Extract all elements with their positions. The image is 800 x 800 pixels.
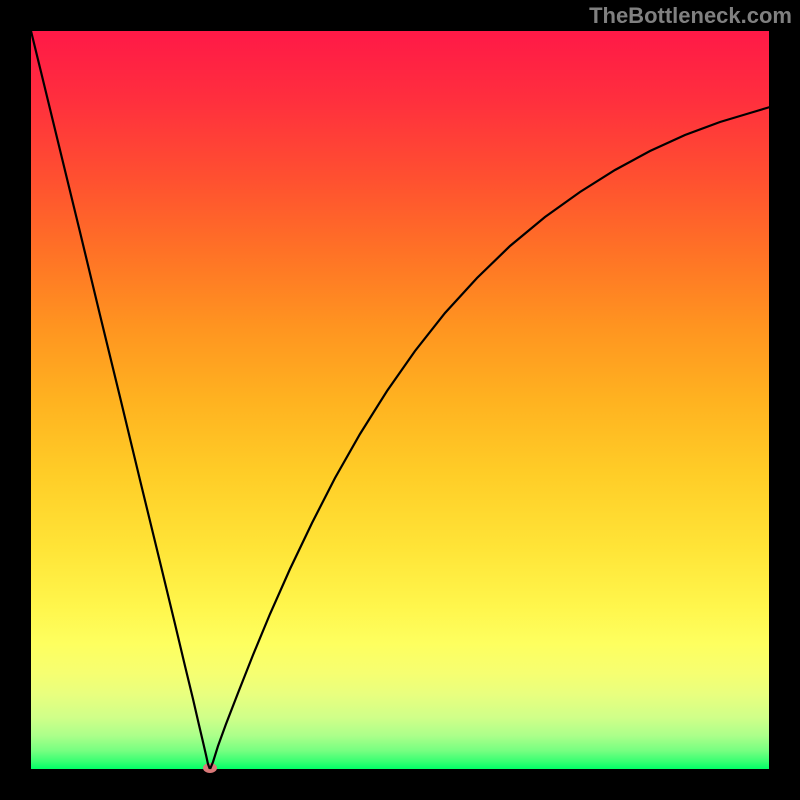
chart-container: TheBottleneck.com bbox=[0, 0, 800, 800]
plot-background bbox=[31, 31, 769, 769]
chart-svg bbox=[0, 0, 800, 800]
watermark-text: TheBottleneck.com bbox=[589, 3, 792, 29]
